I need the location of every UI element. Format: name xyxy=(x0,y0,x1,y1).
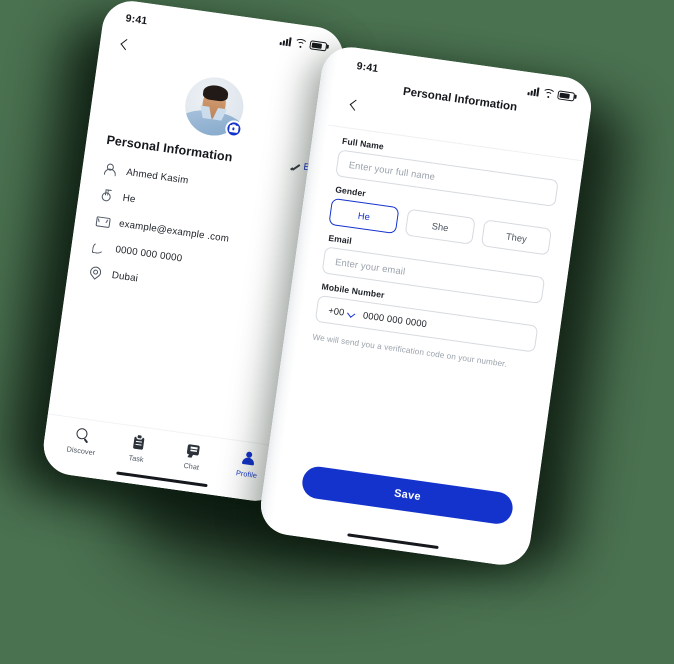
tab-chat[interactable]: Chat xyxy=(163,439,222,474)
status-time: 9:41 xyxy=(355,60,380,76)
mail-icon xyxy=(94,214,109,229)
tab-label: Profile xyxy=(235,468,258,480)
phone-icon xyxy=(91,239,106,254)
battery-icon xyxy=(309,39,328,52)
chevron-left-icon[interactable] xyxy=(346,97,364,115)
tab-label: Task xyxy=(128,453,145,465)
scene: 9:41 Personal Information E Ahmed Kasim … xyxy=(0,0,674,664)
save-button[interactable]: Save xyxy=(300,464,515,526)
chevron-down-icon xyxy=(348,309,357,318)
status-time: 9:41 xyxy=(124,12,149,28)
profile-icon xyxy=(240,450,257,467)
wifi-icon xyxy=(294,38,306,48)
gender-option-they[interactable]: They xyxy=(480,219,552,256)
mobile-number-value: 0000 000 0000 xyxy=(362,309,428,330)
pencil-icon xyxy=(291,161,301,171)
chevron-left-icon[interactable] xyxy=(117,37,135,55)
status-icons xyxy=(279,36,328,52)
gender-option-she[interactable]: She xyxy=(404,208,476,245)
country-code-selector[interactable]: +00 xyxy=(328,305,357,320)
signal-bars-icon xyxy=(279,36,292,47)
location-pin-icon xyxy=(87,265,102,280)
status-icons xyxy=(527,86,576,102)
clipboard-icon xyxy=(130,434,147,451)
list-item-value: Ahmed Kasim xyxy=(125,166,190,187)
search-icon xyxy=(75,426,92,443)
list-item-value: Dubai xyxy=(111,269,139,284)
country-code-value: +00 xyxy=(327,304,346,318)
battery-icon xyxy=(557,89,576,102)
list-item-value: 0000 000 0000 xyxy=(114,243,183,264)
save-button-wrap: Save xyxy=(277,461,537,529)
tab-task[interactable]: Task xyxy=(108,431,167,466)
list-item-value: He xyxy=(121,192,137,205)
gender-icon xyxy=(98,188,113,203)
avatar[interactable] xyxy=(181,73,247,140)
wifi-icon xyxy=(542,88,554,98)
tab-label: Chat xyxy=(183,460,200,472)
tab-discover[interactable]: Discover xyxy=(53,424,112,459)
full-name-placeholder: Enter your full name xyxy=(348,158,436,182)
tab-label: Discover xyxy=(66,444,96,458)
person-icon xyxy=(102,162,117,177)
gender-option-he[interactable]: He xyxy=(328,197,400,235)
email-placeholder: Enter your email xyxy=(334,255,407,277)
signal-bars-icon xyxy=(527,86,540,97)
personal-info-form: Full Name Enter your full name Gender He… xyxy=(287,124,584,356)
chat-bubble-icon xyxy=(185,442,202,459)
